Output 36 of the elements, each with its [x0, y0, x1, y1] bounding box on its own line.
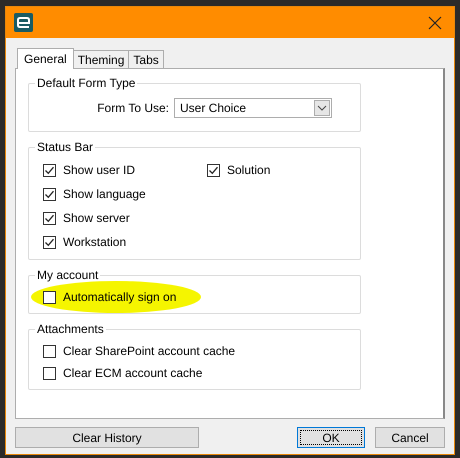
checkbox[interactable] — [43, 236, 56, 248]
group-title: Attachments — [35, 322, 106, 336]
checkbox-label[interactable]: Show user ID — [63, 163, 136, 177]
field-label: Form To Use: — [97, 101, 169, 115]
tab[interactable]: Tabs — [128, 50, 164, 68]
checkbox[interactable] — [207, 164, 220, 176]
check-icon — [44, 188, 55, 200]
dialog-button[interactable]: Clear History — [15, 427, 199, 448]
checkbox[interactable] — [43, 290, 56, 304]
checkbox[interactable] — [43, 366, 56, 380]
tab[interactable]: General — [17, 48, 74, 69]
chevron-down-icon — [317, 105, 327, 111]
check-icon — [44, 236, 55, 248]
checkbox[interactable] — [43, 164, 56, 176]
check-icon — [208, 164, 219, 176]
checkbox-label[interactable]: Solution — [227, 163, 270, 177]
close-icon[interactable] — [428, 16, 442, 30]
form-dropdown[interactable]: User Choice — [174, 98, 332, 118]
check-icon — [44, 212, 55, 224]
checkbox-label[interactable]: Workstation — [63, 235, 126, 249]
group-title: Default Form Type — [35, 76, 138, 90]
logo-icon — [14, 13, 33, 32]
group-title: My account — [35, 268, 100, 282]
checkbox-label[interactable]: Clear ECM account cache — [63, 366, 202, 380]
checkbox[interactable] — [43, 188, 56, 200]
ok-button[interactable]: OK — [297, 427, 365, 448]
checkbox-label[interactable]: Clear SharePoint account cache — [63, 344, 236, 358]
checkbox[interactable] — [43, 212, 56, 224]
tab[interactable]: Theming — [72, 50, 130, 68]
checkbox-label[interactable]: Automatically sign on — [63, 290, 176, 304]
checkbox-label[interactable]: Show language — [63, 187, 146, 201]
checkbox[interactable] — [43, 344, 56, 358]
check-icon — [44, 164, 55, 176]
checkbox-label[interactable]: Show server — [63, 211, 130, 225]
dialog-button[interactable]: Cancel — [375, 427, 445, 448]
group-title: Status Bar — [35, 140, 96, 154]
